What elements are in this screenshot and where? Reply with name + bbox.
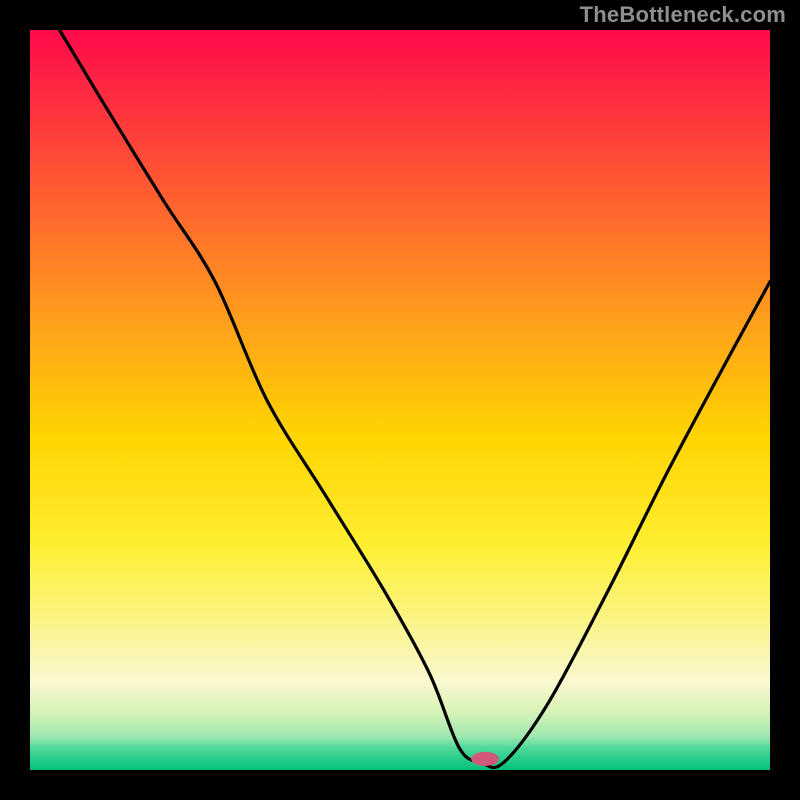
plot-background [30, 30, 770, 770]
optimum-marker [471, 752, 499, 766]
chart-frame: TheBottleneck.com [0, 0, 800, 800]
chart-svg [0, 0, 800, 800]
watermark-label: TheBottleneck.com [580, 2, 786, 28]
